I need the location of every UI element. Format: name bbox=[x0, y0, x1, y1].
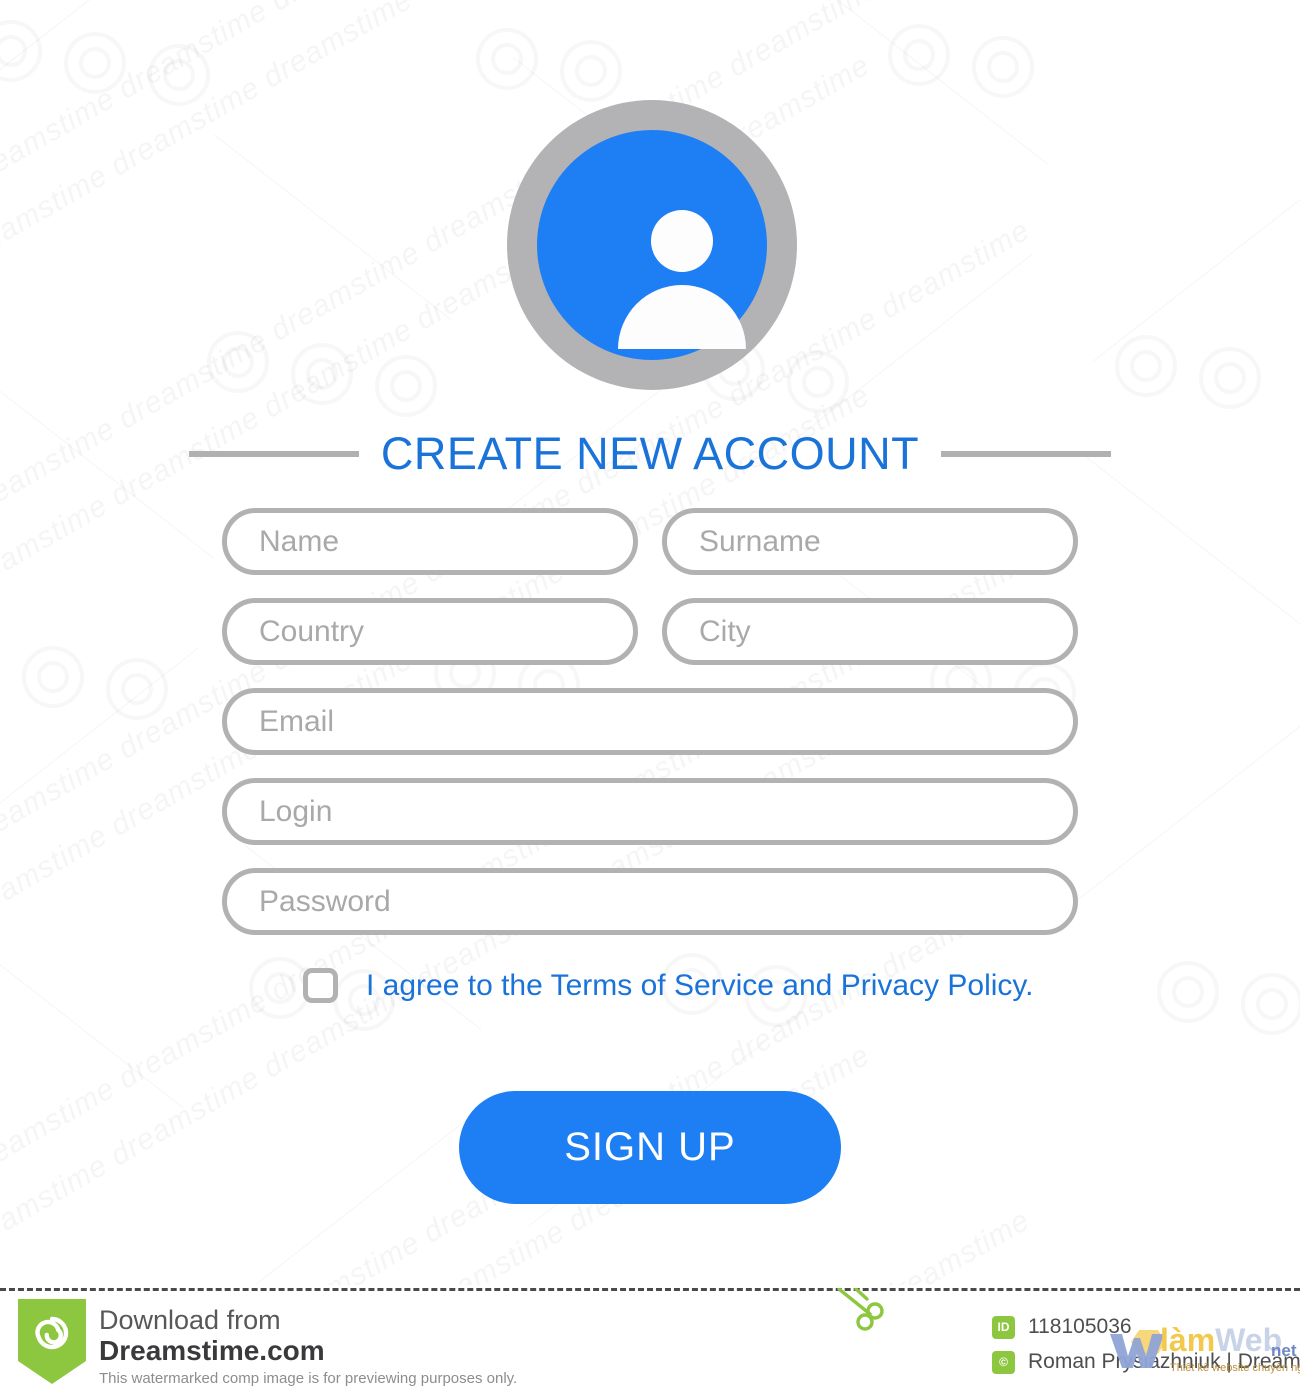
watermark-hairline bbox=[229, 1119, 467, 1285]
spiral-icon bbox=[888, 24, 950, 86]
password-input[interactable]: Password bbox=[222, 868, 1078, 935]
spiral-icon bbox=[291, 343, 353, 405]
form-row-email: Email bbox=[222, 688, 1078, 755]
dreamstime-brand: Dreamstime.com bbox=[99, 1335, 325, 1367]
spiral-icon bbox=[148, 44, 210, 106]
name-input[interactable]: Name bbox=[222, 508, 638, 575]
email-input[interactable]: Email bbox=[222, 688, 1078, 755]
password-input-placeholder: Password bbox=[259, 884, 391, 918]
watermark-text: dreamstime dreamstime dreamstime dreamst… bbox=[0, 0, 876, 29]
user-avatar-icon bbox=[507, 100, 797, 390]
watermark-hairline bbox=[0, 0, 169, 124]
spiral-icon bbox=[972, 36, 1034, 98]
form-row-password: Password bbox=[222, 868, 1078, 935]
login-input-placeholder: Login bbox=[259, 794, 333, 828]
dreamstime-spiral-logo bbox=[18, 1299, 86, 1384]
country-input-placeholder: Country bbox=[259, 614, 365, 648]
dreamstime-footer-text: Download from Dreamstime.com This waterm… bbox=[99, 1305, 517, 1387]
page-title: CREATE NEW ACCOUNT bbox=[380, 428, 920, 479]
city-input-placeholder: City bbox=[699, 614, 751, 648]
surname-input-placeholder: Surname bbox=[699, 524, 821, 558]
spiral-icon bbox=[375, 355, 437, 417]
login-input[interactable]: Login bbox=[222, 778, 1078, 845]
watermark-hairline bbox=[0, 922, 184, 1109]
watermark-text: dreamstime dreamstime dreamstime dreamst… bbox=[0, 1204, 1036, 1285]
spiral-icon bbox=[22, 646, 84, 708]
watermark-hairline bbox=[795, 253, 1033, 440]
spiral-icon bbox=[1157, 961, 1219, 1023]
avatar-circle bbox=[537, 130, 767, 360]
avatar-body-shape bbox=[618, 285, 746, 349]
title-divider-left bbox=[188, 451, 359, 457]
terms-checkbox[interactable] bbox=[303, 968, 338, 1003]
spiral-icon bbox=[476, 28, 538, 90]
page-title-row: CREATE NEW ACCOUNT bbox=[0, 424, 1300, 484]
watermark-hairline bbox=[0, 647, 199, 834]
copyright-badge-icon: © bbox=[992, 1350, 1015, 1374]
signup-form: Name Surname Country City Email Login Pa… bbox=[222, 508, 1078, 958]
watermark-hairline bbox=[810, 0, 1048, 165]
spiral-icon bbox=[1241, 973, 1300, 1035]
image-credit-row: © Roman Prysiazhniuk | Dreamstime.com bbox=[992, 1350, 1300, 1374]
watermark-hairline bbox=[1063, 725, 1300, 912]
terms-label[interactable]: I agree to the Terms of Service and Priv… bbox=[366, 970, 1034, 1001]
spiral-icon bbox=[0, 20, 42, 82]
scissors-icon bbox=[836, 1287, 890, 1332]
sign-up-button[interactable]: SIGN UP bbox=[459, 1091, 841, 1204]
surname-input[interactable]: Surname bbox=[662, 508, 1078, 575]
spiral-icon bbox=[560, 40, 622, 102]
id-badge-icon: ID bbox=[992, 1315, 1015, 1339]
terms-agreement-row: I agree to the Terms of Service and Priv… bbox=[303, 968, 1034, 1003]
form-row-name: Name Surname bbox=[222, 508, 1078, 575]
watermark-hairline bbox=[1093, 175, 1300, 362]
avatar-head-shape bbox=[651, 210, 713, 272]
form-row-location: Country City bbox=[222, 598, 1078, 665]
spiral-icon bbox=[64, 32, 126, 94]
image-id: 118105036 bbox=[1028, 1315, 1132, 1338]
download-from-label: Download from bbox=[99, 1305, 281, 1335]
image-credit: Roman Prysiazhniuk | Dreamstime.com bbox=[1028, 1350, 1300, 1373]
country-input[interactable]: Country bbox=[222, 598, 638, 665]
name-input-placeholder: Name bbox=[259, 524, 340, 558]
city-input[interactable]: City bbox=[662, 598, 1078, 665]
spiral-icon bbox=[1199, 347, 1261, 409]
spiral-icon bbox=[106, 658, 168, 720]
signup-page: dreamstime dreamstime dreamstime dreamst… bbox=[0, 0, 1300, 1390]
spiral-icon bbox=[1115, 335, 1177, 397]
title-divider-right bbox=[941, 451, 1112, 457]
watermark-disclaimer: This watermarked comp image is for previ… bbox=[99, 1370, 518, 1388]
email-input-placeholder: Email bbox=[259, 704, 335, 738]
image-meta: ID 118105036 © Roman Prysiazhniuk | Drea… bbox=[992, 1315, 1300, 1385]
image-id-row: ID 118105036 bbox=[992, 1315, 1300, 1339]
form-row-login: Login bbox=[222, 778, 1078, 845]
spiral-icon bbox=[207, 331, 269, 393]
spiral-icon bbox=[249, 957, 311, 1019]
watermark-hairline bbox=[214, 134, 452, 321]
